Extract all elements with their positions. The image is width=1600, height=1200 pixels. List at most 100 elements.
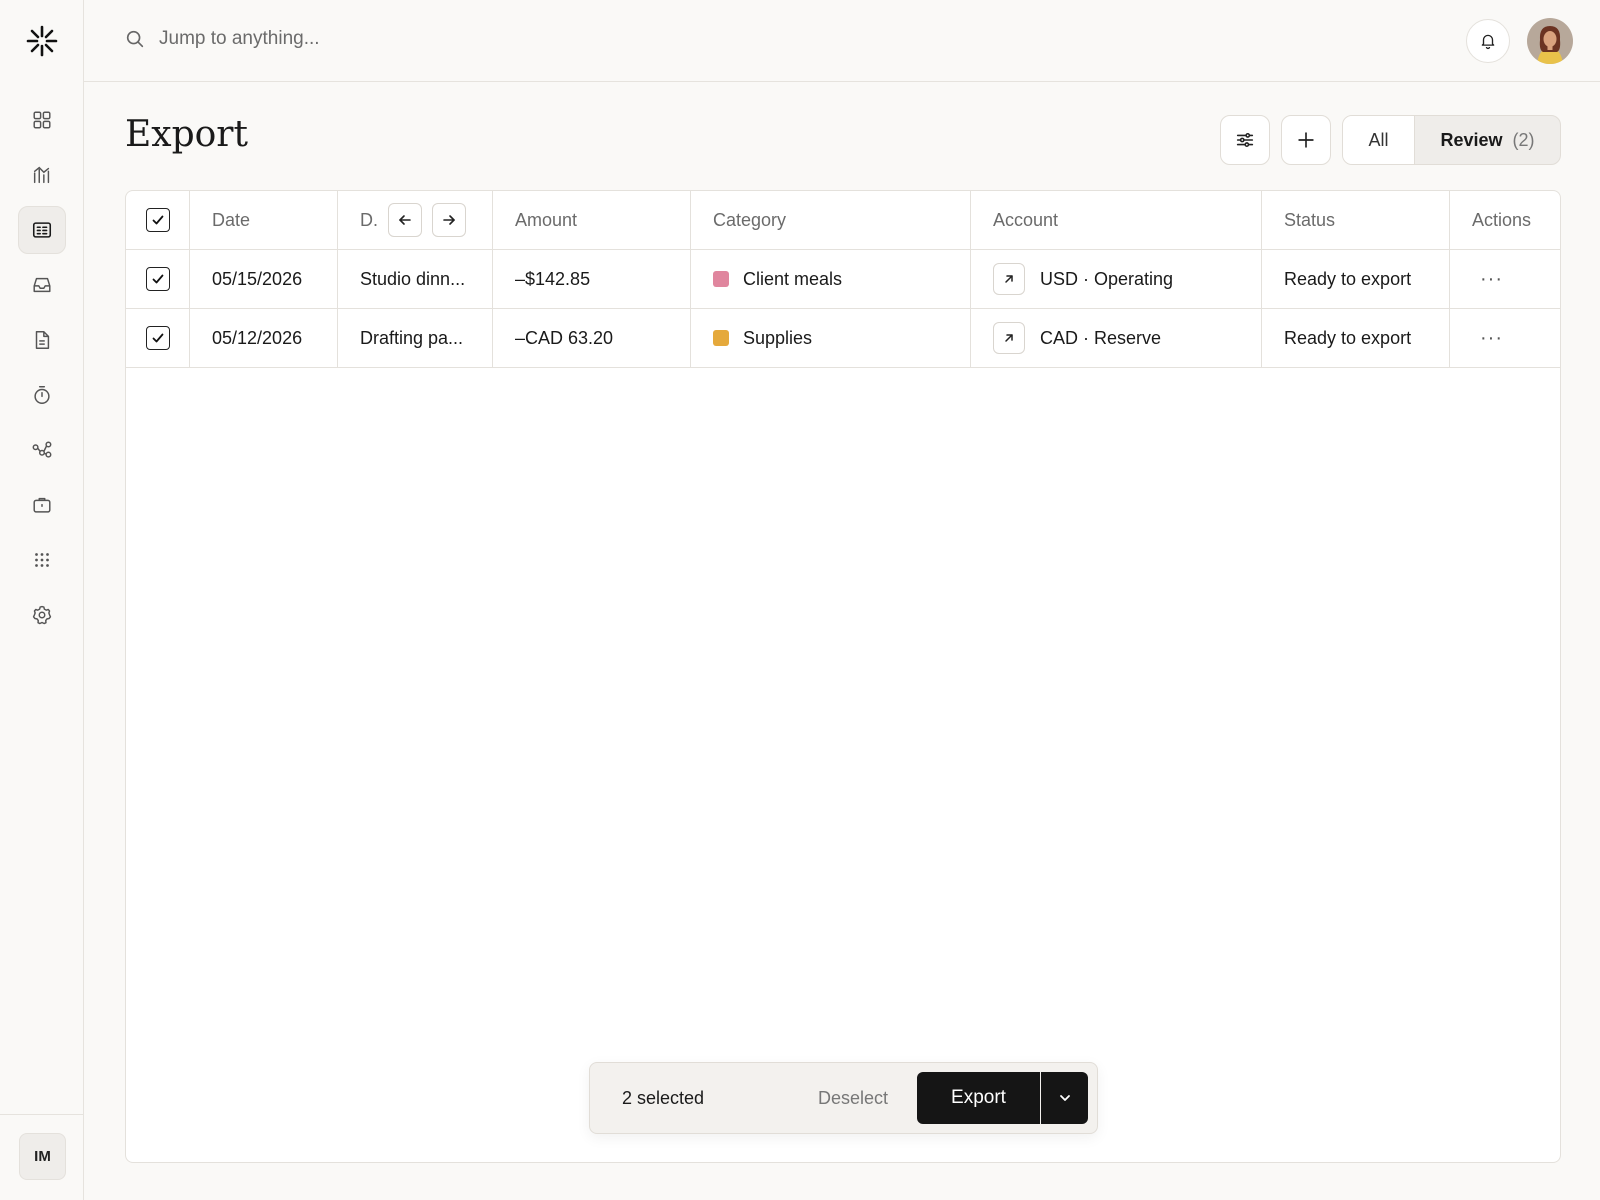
more-options-icon[interactable]: ··· <box>1472 268 1503 291</box>
select-all-checkbox[interactable] <box>145 208 170 232</box>
bell-icon <box>1481 34 1495 50</box>
sidebar-item-settings[interactable] <box>18 591 66 639</box>
briefcase-icon <box>33 497 51 513</box>
bulk-action-bar: 2 selected Deselect Export <box>589 1062 1098 1134</box>
tab-all-label: All <box>1368 129 1389 150</box>
sidebar-nav <box>18 96 66 646</box>
sidebar-item-time[interactable] <box>18 371 66 419</box>
row-date: 05/15/2026 <box>190 250 338 308</box>
column-header-description[interactable]: D. <box>338 191 493 249</box>
sidebar-item-projects[interactable] <box>18 481 66 529</box>
tab-review-count: (2) <box>1512 129 1535 150</box>
export-button-label: Export <box>951 1087 1006 1108</box>
row-actions: ··· <box>1450 309 1560 367</box>
timer-icon <box>34 386 50 404</box>
transactions-icon <box>32 222 52 238</box>
topbar <box>84 0 1600 82</box>
view-toggle: All Review (2) <box>1342 115 1561 165</box>
filter-button[interactable] <box>1220 115 1270 165</box>
column-header-date[interactable]: Date <box>190 191 338 249</box>
sidebar-item-workflows[interactable] <box>18 426 66 474</box>
search-icon <box>126 30 144 48</box>
row-account-label: CAD · Reserve <box>1040 327 1162 348</box>
row-checkbox-cell <box>126 250 190 308</box>
row-status: Ready to export <box>1262 250 1450 308</box>
row-date: 05/12/2026 <box>190 309 338 367</box>
row-category[interactable]: Client meals <box>691 250 971 308</box>
sidebar-item-analytics[interactable] <box>18 151 66 199</box>
row-actions: ··· <box>1450 250 1560 308</box>
account-link-button[interactable] <box>993 322 1025 354</box>
row-description: Studio dinn... <box>338 250 493 308</box>
sidebar: IM <box>0 0 84 1200</box>
row-account-label: USD · Operating <box>1040 268 1174 289</box>
logo-icon[interactable] <box>26 25 58 57</box>
row-status: Ready to export <box>1262 309 1450 367</box>
dashboard-icon <box>33 111 51 129</box>
check-icon <box>152 274 163 284</box>
export-options-button[interactable] <box>1041 1072 1088 1124</box>
row-checkbox[interactable] <box>145 267 170 291</box>
search-bar[interactable] <box>124 28 559 50</box>
document-icon <box>35 331 50 349</box>
arrow-up-right-icon <box>1005 334 1013 342</box>
column-header-category[interactable]: Category <box>691 191 971 249</box>
export-button[interactable]: Export <box>917 1072 1040 1124</box>
row-category-label: Client meals <box>743 268 843 289</box>
check-icon <box>152 215 163 225</box>
scroll-left-button[interactable] <box>388 203 422 237</box>
more-options-icon[interactable]: ··· <box>1472 327 1503 350</box>
tab-review-label: Review <box>1440 129 1503 150</box>
table-row[interactable]: 05/15/2026 Studio dinn... –$142.85 Clien… <box>126 250 1560 309</box>
column-header-description-label: D. <box>360 209 378 230</box>
category-color-swatch <box>713 330 729 346</box>
settings-icon <box>32 605 52 625</box>
tab-review[interactable]: Review (2) <box>1415 116 1560 164</box>
sidebar-item-inbox[interactable] <box>18 261 66 309</box>
row-checkbox-cell <box>126 309 190 367</box>
row-checkbox[interactable] <box>145 326 170 350</box>
row-category-label: Supplies <box>743 327 813 348</box>
table-row[interactable]: 05/12/2026 Drafting pa... –CAD 63.20 Sup… <box>126 309 1560 368</box>
sidebar-item-dashboard[interactable] <box>18 96 66 144</box>
row-amount: –CAD 63.20 <box>493 309 691 367</box>
arrow-right-icon <box>443 215 455 225</box>
apps-grid-icon <box>35 553 49 567</box>
arrow-left-icon <box>399 215 411 225</box>
search-input[interactable] <box>159 28 559 50</box>
row-account[interactable]: CAD · Reserve <box>971 309 1262 367</box>
deselect-button[interactable]: Deselect <box>818 1088 888 1109</box>
select-all-cell <box>126 191 190 249</box>
sidebar-item-documents[interactable] <box>18 316 66 364</box>
table-header-row: Date D. Amount Category Account Status A… <box>126 191 1560 250</box>
sidebar-item-apps[interactable] <box>18 536 66 584</box>
inbox-icon <box>33 277 51 293</box>
chart-icon <box>33 166 50 184</box>
arrow-up-right-icon <box>1005 275 1013 283</box>
sidebar-item-transactions[interactable] <box>18 206 66 254</box>
add-button[interactable] <box>1281 115 1331 165</box>
selected-count: 2 selected <box>622 1088 705 1108</box>
row-category[interactable]: Supplies <box>691 309 971 367</box>
column-header-account[interactable]: Account <box>971 191 1262 249</box>
column-header-status[interactable]: Status <box>1262 191 1450 249</box>
sidebar-footer: IM <box>0 1114 84 1200</box>
chevron-down-icon <box>1059 1095 1070 1101</box>
row-description: Drafting pa... <box>338 309 493 367</box>
sliders-icon <box>1236 132 1254 148</box>
tab-all[interactable]: All <box>1343 116 1415 164</box>
avatar[interactable] <box>1527 18 1573 64</box>
transactions-table: Date D. Amount Category Account Status A… <box>125 190 1561 1163</box>
account-link-button[interactable] <box>993 263 1025 295</box>
scroll-right-button[interactable] <box>432 203 466 237</box>
category-color-swatch <box>713 271 729 287</box>
plus-icon <box>1298 132 1314 148</box>
column-header-amount[interactable]: Amount <box>493 191 691 249</box>
notifications-button[interactable] <box>1466 19 1510 63</box>
page-title: Export <box>125 114 248 155</box>
row-account[interactable]: USD · Operating <box>971 250 1262 308</box>
user-initials-button[interactable]: IM <box>19 1133 66 1180</box>
column-header-actions: Actions <box>1472 209 1532 230</box>
row-amount: –$142.85 <box>493 250 691 308</box>
check-icon <box>152 333 163 343</box>
